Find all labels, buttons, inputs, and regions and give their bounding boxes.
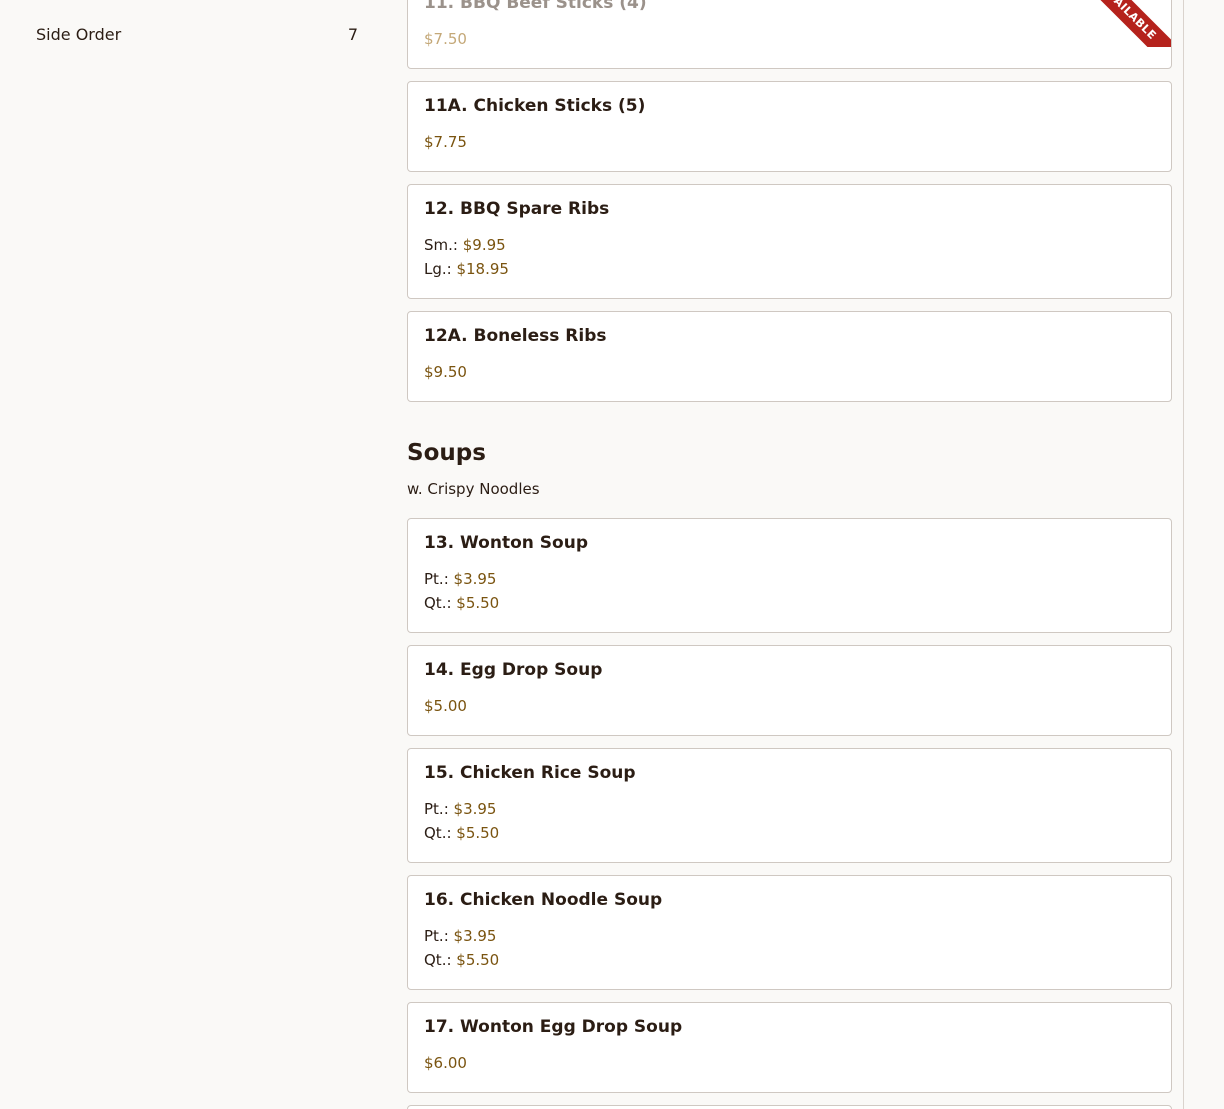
menu-item-card[interactable]: 11A. Chicken Sticks (5) $7.75 bbox=[407, 81, 1172, 172]
menu-item-price: $3.95 bbox=[453, 927, 497, 945]
size-label: Qt.: bbox=[424, 951, 457, 969]
section-title: Soups bbox=[407, 440, 486, 466]
menu-item-price-line: $6.00 bbox=[424, 1054, 467, 1072]
size-label: Pt.: bbox=[424, 800, 454, 818]
menu-item-card[interactable]: 12A. Boneless Ribs $9.50 bbox=[407, 311, 1172, 402]
size-label: Qt.: bbox=[424, 594, 457, 612]
page-divider bbox=[1183, 0, 1184, 1109]
unavailable-ribbon: UNAVAILABLE bbox=[1081, 0, 1171, 47]
sidebar-item-side-order[interactable]: Side Order 7 bbox=[36, 22, 358, 46]
menu-item-card-partial[interactable] bbox=[407, 1105, 1172, 1109]
menu-item-name: 14. Egg Drop Soup bbox=[424, 660, 603, 680]
menu-item-name: 11A. Chicken Sticks (5) bbox=[424, 96, 646, 116]
menu-item-card[interactable]: 16. Chicken Noodle Soup Pt.: $3.95 Qt.: … bbox=[407, 875, 1172, 990]
menu-item-price: $9.50 bbox=[424, 363, 467, 381]
menu-item-name: 13. Wonton Soup bbox=[424, 533, 588, 553]
menu-item-price: $6.00 bbox=[424, 1054, 467, 1072]
menu-item-price: $5.00 bbox=[424, 697, 467, 715]
menu-item-price: $7.50 bbox=[424, 30, 467, 48]
size-label: Sm.: bbox=[424, 236, 463, 254]
menu-item-card[interactable]: 12. BBQ Spare Ribs Sm.: $9.95 Lg.: $18.9… bbox=[407, 184, 1172, 299]
size-label: Qt.: bbox=[424, 824, 457, 842]
menu-item-price: $5.50 bbox=[456, 824, 500, 842]
menu-item-price-line: $9.50 bbox=[424, 363, 467, 381]
menu-item-size-line: Pt.: $3.95 bbox=[424, 570, 496, 588]
size-label: Pt.: bbox=[424, 927, 454, 945]
menu-item-name: 11. BBQ Beef Sticks (4) bbox=[424, 0, 647, 13]
menu-item-price: $5.50 bbox=[456, 951, 500, 969]
menu-item-size-line: Pt.: $3.95 bbox=[424, 927, 496, 945]
size-label: Pt.: bbox=[424, 570, 454, 588]
menu-item-price-line: $7.75 bbox=[424, 133, 467, 151]
menu-item-size-line: Qt.: $5.50 bbox=[424, 951, 499, 969]
menu-item-name: 17. Wonton Egg Drop Soup bbox=[424, 1017, 683, 1037]
menu-item-card[interactable]: 17. Wonton Egg Drop Soup $6.00 bbox=[407, 1002, 1172, 1093]
sidebar-item-label: Side Order bbox=[36, 24, 122, 44]
section-subtitle: w. Crispy Noodles bbox=[407, 480, 540, 498]
menu-item-name: 15. Chicken Rice Soup bbox=[424, 763, 636, 783]
menu-item-name: 12. BBQ Spare Ribs bbox=[424, 199, 610, 219]
menu-item-card[interactable]: 14. Egg Drop Soup $5.00 bbox=[407, 645, 1172, 736]
menu-item-price: $18.95 bbox=[456, 260, 509, 278]
menu-item-price: $3.95 bbox=[453, 570, 497, 588]
menu-item-card[interactable]: 11. BBQ Beef Sticks (4) $7.50 UNAVAILABL… bbox=[407, 0, 1172, 69]
menu-item-price-line: $7.50 bbox=[424, 30, 467, 48]
menu-item-price: $9.95 bbox=[462, 236, 506, 254]
menu-item-name: 16. Chicken Noodle Soup bbox=[424, 890, 663, 910]
menu-item-price: $5.50 bbox=[456, 594, 500, 612]
sidebar-item-count: 7 bbox=[347, 24, 358, 44]
menu-item-size-line: Qt.: $5.50 bbox=[424, 594, 499, 612]
menu-item-size-line: Sm.: $9.95 bbox=[424, 236, 506, 254]
menu-item-card[interactable]: 15. Chicken Rice Soup Pt.: $3.95 Qt.: $5… bbox=[407, 748, 1172, 863]
category-sidebar: Side Order 7 bbox=[0, 0, 395, 1109]
menu-item-size-line: Qt.: $5.50 bbox=[424, 824, 499, 842]
menu-item-name: 12A. Boneless Ribs bbox=[424, 326, 607, 346]
size-label: Lg.: bbox=[424, 260, 457, 278]
unavailable-badge: UNAVAILABLE bbox=[1081, 0, 1171, 47]
menu-item-card[interactable]: 13. Wonton Soup Pt.: $3.95 Qt.: $5.50 bbox=[407, 518, 1172, 633]
menu-item-price-line: $5.00 bbox=[424, 697, 467, 715]
menu-item-price: $7.75 bbox=[424, 133, 467, 151]
menu-list: 11. BBQ Beef Sticks (4) $7.50 UNAVAILABL… bbox=[407, 0, 1172, 1109]
menu-item-size-line: Pt.: $3.95 bbox=[424, 800, 496, 818]
menu-item-size-line: Lg.: $18.95 bbox=[424, 260, 509, 278]
menu-page: Side Order 7 11. BBQ Beef Sticks (4) $7.… bbox=[0, 0, 1224, 1109]
menu-item-price: $3.95 bbox=[453, 800, 497, 818]
